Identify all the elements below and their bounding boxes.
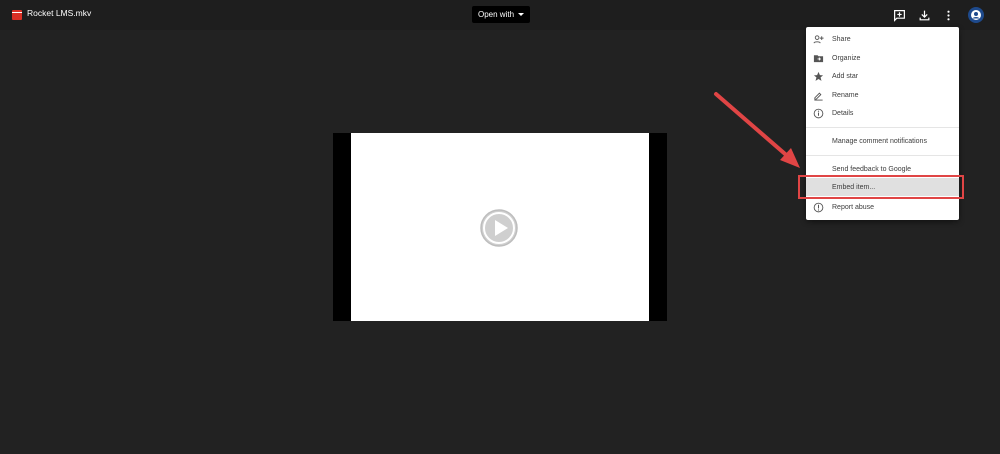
open-with-label: Open with — [478, 10, 515, 19]
menu-item-label: Report abuse — [832, 203, 875, 211]
menu-item-label: Add star — [832, 72, 859, 80]
video-player[interactable] — [333, 133, 667, 321]
menu-item-manage-comment-notifications[interactable]: Manage comment notifications — [806, 132, 959, 150]
menu-item-label: Rename — [832, 91, 859, 99]
menu-item-label: Share — [832, 35, 851, 43]
video-preview — [351, 133, 649, 321]
menu-divider — [806, 155, 959, 156]
menu-item-label: Organize — [832, 54, 861, 62]
play-icon — [480, 209, 518, 247]
play-button[interactable] — [479, 208, 519, 248]
menu-item-report-abuse[interactable]: Report abuse — [806, 198, 959, 216]
folder-move-icon — [813, 53, 824, 64]
menu-divider — [806, 127, 959, 128]
top-bar: Rocket LMS.mkv Open with — [0, 0, 1000, 30]
menu-item-label: Manage comment notifications — [832, 137, 927, 145]
annotation-arrow-icon — [714, 92, 800, 168]
add-person-icon — [813, 34, 824, 45]
caret-down-icon — [518, 13, 525, 16]
annotation-highlight-box — [798, 175, 964, 199]
menu-item-organize[interactable]: Organize — [806, 49, 959, 67]
menu-item-label: Send feedback to Google — [832, 165, 912, 173]
menu-item-rename[interactable]: Rename — [806, 86, 959, 104]
open-with-button[interactable]: Open with — [472, 6, 531, 23]
account-avatar[interactable] — [968, 7, 984, 23]
download-icon[interactable] — [917, 8, 931, 22]
menu-item-share[interactable]: Share — [806, 30, 959, 48]
report-icon — [813, 202, 824, 213]
star-icon — [813, 71, 824, 82]
menu-item-details[interactable]: Details — [806, 104, 959, 122]
file-title: Rocket LMS.mkv — [27, 8, 92, 18]
menu-item-label: Details — [832, 109, 854, 117]
add-comment-icon[interactable] — [892, 8, 906, 22]
pencil-icon — [813, 90, 824, 101]
info-icon — [813, 108, 824, 119]
video-file-icon — [12, 10, 22, 20]
more-vert-icon[interactable] — [941, 8, 955, 22]
menu-item-add-star[interactable]: Add star — [806, 67, 959, 85]
